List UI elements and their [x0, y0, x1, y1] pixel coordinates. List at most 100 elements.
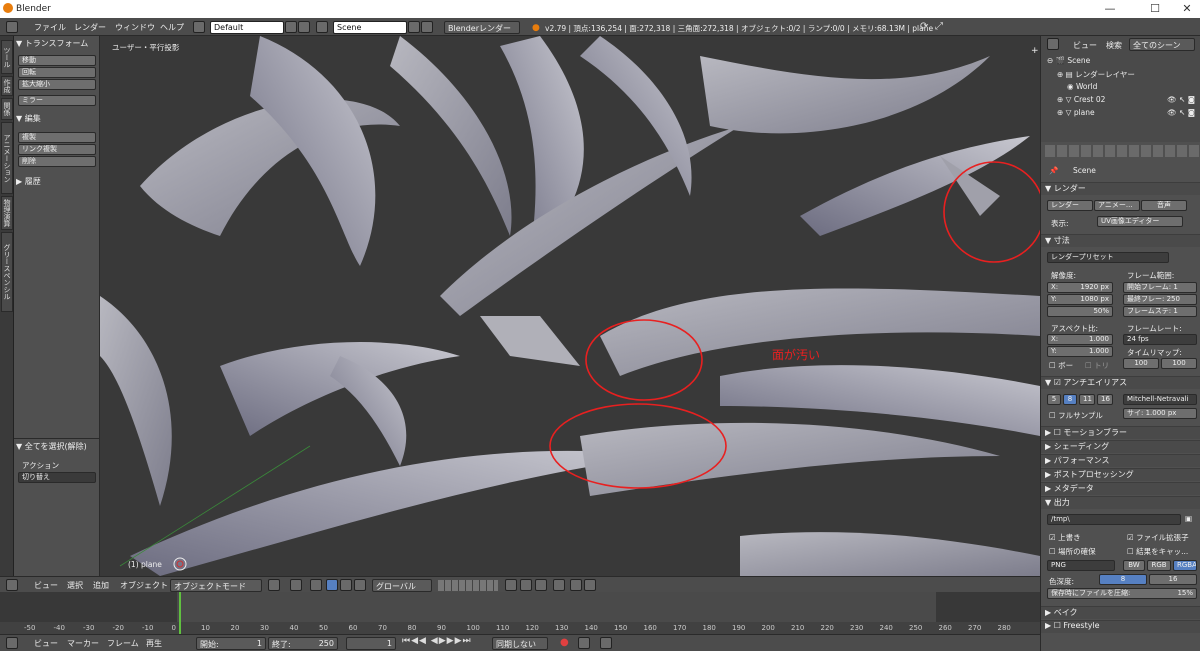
render-engine-select[interactable]: Blenderレンダー [444, 21, 520, 34]
panel-motion-blur-header[interactable]: ▶ ☐ モーションブラー [1041, 426, 1200, 439]
layout-field[interactable]: Default [210, 21, 284, 34]
cache-result-checkbox[interactable]: ☐ 結果をキャッ... [1127, 546, 1188, 557]
outliner-row-crest[interactable]: ⊕ ▽ Crest 02 👁 ↖ ◙ [1041, 95, 1200, 107]
editor-type-icon[interactable] [6, 637, 18, 649]
menu-view[interactable]: ビュー [1073, 40, 1097, 51]
aa-sample-11[interactable]: 11 [1079, 394, 1095, 405]
scene-icon[interactable] [316, 21, 328, 33]
snap-icon[interactable] [520, 579, 532, 591]
outliner-row-plane[interactable]: ⊕ ▽ plane 👁 ↖ ◙ [1041, 108, 1200, 120]
layout-icon[interactable] [193, 21, 205, 33]
menu-select[interactable]: 選択 [67, 580, 83, 591]
expand-sidebar-icon[interactable]: + [1031, 46, 1039, 56]
mirror-button[interactable]: ミラー [18, 95, 96, 106]
menu-object[interactable]: オブジェクト [120, 580, 168, 591]
crop-checkbox[interactable]: ☐ トリ [1085, 360, 1109, 371]
layers-grid[interactable] [438, 580, 498, 591]
record-icon[interactable]: ● [560, 637, 569, 648]
menu-add[interactable]: 追加 [93, 580, 109, 591]
panel-shading-header[interactable]: ▶ シェーディング [1041, 440, 1200, 453]
panel-history-header[interactable]: ▶ 履歴 [14, 176, 41, 189]
depth-8-button[interactable]: 8 [1099, 574, 1147, 585]
remap-old-field[interactable]: 100 [1123, 358, 1159, 369]
add-scene-icon[interactable] [408, 21, 420, 33]
editor-type-icon[interactable] [6, 21, 18, 33]
depth-16-button[interactable]: 16 [1149, 574, 1197, 585]
keying-icon[interactable] [578, 637, 590, 649]
menu-view[interactable]: ビュー [34, 580, 58, 591]
render-preset-select[interactable]: レンダープリセット [1047, 252, 1169, 263]
menu-render[interactable]: レンダー [74, 22, 106, 33]
editor-type-icon[interactable] [1047, 38, 1059, 50]
refresh-icon[interactable]: ⟳ [920, 21, 928, 32]
overwrite-checkbox[interactable]: ☑ 上書き [1049, 532, 1081, 543]
outliner-filter-select[interactable]: 全てのシーン [1129, 38, 1195, 51]
keyframe-insert-icon[interactable] [600, 637, 612, 649]
minimize-button[interactable]: — [1103, 2, 1117, 16]
panel-edit-header[interactable]: ▼ 編集 [14, 113, 41, 126]
border-checkbox[interactable]: ☐ ボー [1049, 360, 1073, 371]
outliner-row-scene[interactable]: ⊖ 🎬 Scene [1041, 56, 1200, 68]
color-rgb-button[interactable]: RGB [1147, 560, 1171, 571]
aspect-y-field[interactable]: Y: 1.000 [1047, 346, 1113, 357]
pivot-icon[interactable] [290, 579, 302, 591]
panel-transform-header[interactable]: ▼ トランスフォーム [14, 38, 88, 51]
action-select[interactable]: 切り替え [18, 472, 96, 483]
menu-marker[interactable]: マーカー [67, 638, 99, 649]
orientation-select[interactable]: グローバル [372, 579, 432, 592]
menu-help[interactable]: ヘルプ [160, 22, 184, 33]
resolution-y-field[interactable]: Y: 1080 px [1047, 294, 1113, 305]
translate-button[interactable]: 移動 [18, 55, 96, 66]
scale-manipulator-icon[interactable] [354, 579, 366, 591]
playback-controls-icon[interactable]: ⏮◀◀ ◀▶▶▶⏭ [402, 636, 472, 646]
color-bw-button[interactable]: BW [1123, 560, 1145, 571]
menu-playback[interactable]: 再生 [146, 638, 162, 649]
camera-render-icon[interactable] [584, 579, 596, 591]
properties-context-tabs[interactable] [1045, 145, 1199, 157]
editor-type-icon[interactable] [6, 579, 18, 591]
scene-field[interactable]: Scene [333, 21, 407, 34]
resolution-x-field[interactable]: X: 1920 px [1047, 282, 1113, 293]
panel-antialias-header[interactable]: ▼ ☑ アンチエイリアス [1041, 376, 1200, 389]
render-icon[interactable] [570, 579, 582, 591]
current-frame-line[interactable] [179, 592, 181, 634]
compression-field[interactable]: 保存時にファイルを圧縮: 15% [1047, 588, 1197, 599]
tab-relations[interactable]: 関係 [1, 98, 13, 120]
snap-target-icon[interactable] [535, 579, 547, 591]
aspect-x-field[interactable]: X: 1.000 [1047, 334, 1113, 345]
extension-checkbox[interactable]: ☑ ファイル拡張子 [1127, 532, 1189, 543]
render-animation-button[interactable]: アニメー... [1094, 200, 1140, 211]
close-button[interactable]: ✕ [1180, 2, 1194, 16]
tab-animation[interactable]: アニメーション [1, 122, 13, 194]
end-frame-field[interactable]: 終了: 250 [268, 637, 338, 650]
remove-scene-icon[interactable] [421, 21, 433, 33]
current-frame-field[interactable]: 1 [346, 637, 396, 650]
shading-icon[interactable] [268, 579, 280, 591]
aa-sample-16[interactable]: 16 [1097, 394, 1113, 405]
menu-file[interactable]: ファイル [34, 22, 66, 33]
aa-filter-select[interactable]: Mitchell-Netravali [1123, 394, 1197, 405]
panel-freestyle-header[interactable]: ▶ ☐ Freestyle [1041, 620, 1200, 633]
tab-grease-pencil[interactable]: グリースペンシル [1, 232, 13, 312]
filter-size-field[interactable]: サイ: 1.000 px [1123, 408, 1197, 419]
tab-tools[interactable]: ツール [1, 40, 13, 74]
display-select[interactable]: UV画像エディター [1097, 216, 1183, 227]
panel-performance-header[interactable]: ▶ パフォーマンス [1041, 454, 1200, 467]
operator-header[interactable]: ▼ 全てを選択(解除) [14, 441, 87, 454]
panel-output-header[interactable]: ▼ 出力 [1041, 496, 1200, 509]
translate-manipulator-icon[interactable] [326, 579, 338, 591]
menu-frame[interactable]: フレーム [107, 638, 139, 649]
output-path-field[interactable]: /tmp\ [1047, 514, 1181, 525]
panel-postprocessing-header[interactable]: ▶ ポストプロセッシング [1041, 468, 1200, 481]
add-layout-icon[interactable] [285, 21, 297, 33]
start-frame-prop[interactable]: 開始フレーム: 1 [1123, 282, 1197, 293]
fps-select[interactable]: 24 fps [1123, 334, 1197, 345]
maximize-button[interactable]: ☐ [1148, 2, 1162, 16]
sync-select[interactable]: 同期しない [492, 637, 548, 650]
resolution-percent-field[interactable]: 50% [1047, 306, 1113, 317]
3d-viewport[interactable]: ユーザー・平行投影 (1) plane 面が汚い + [100, 36, 1040, 576]
panel-dimensions-header[interactable]: ▼ 寸法 [1041, 234, 1200, 247]
full-sample-checkbox[interactable]: ☐ フルサンプル [1049, 410, 1103, 421]
outliner-row-world[interactable]: ◉ World [1041, 82, 1200, 94]
timeline[interactable]: -50 -40 -30 -20 -10 0 10 20 30 40 50 60 70 80 90 100 110… [0, 592, 1040, 634]
